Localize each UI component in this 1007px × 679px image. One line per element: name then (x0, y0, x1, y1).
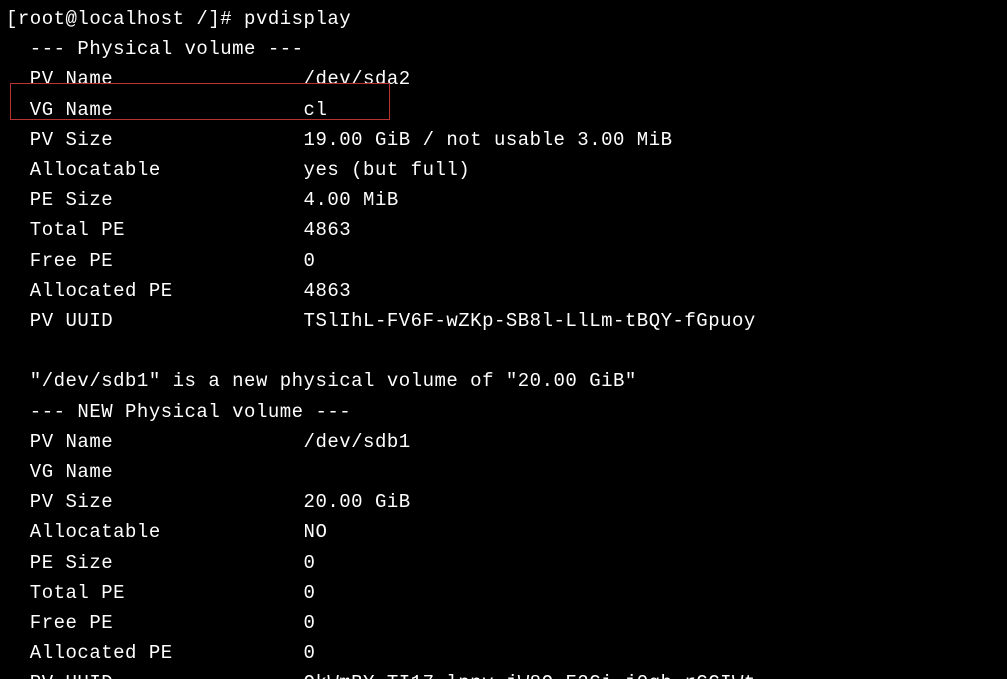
terminal-text: [root@localhost /]# pvdisplay --- Physic… (6, 4, 1001, 679)
terminal-output[interactable]: [root@localhost /]# pvdisplay --- Physic… (0, 0, 1007, 679)
